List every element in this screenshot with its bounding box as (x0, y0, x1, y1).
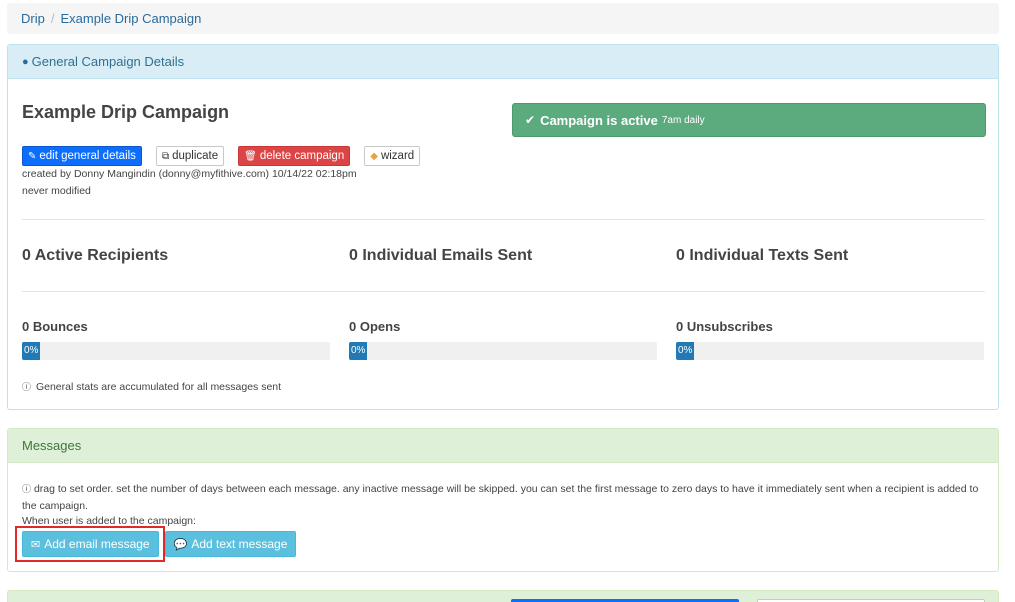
bounces-progress: 0% (22, 342, 330, 360)
general-details-heading-text: General Campaign Details (31, 54, 185, 69)
add-text-message-button[interactable]: 💬 Add text message (164, 531, 297, 557)
general-details-heading: ● General Campaign Details (8, 45, 998, 79)
check-icon: ✔ (525, 113, 536, 127)
wizard-button[interactable]: ◆ wizard (364, 146, 421, 166)
edit-general-details-button[interactable]: ✎ edit general details (22, 146, 142, 166)
campaign-actions: ✎ edit general details ⧉ duplicate 🗑 del… (22, 146, 421, 166)
wizard-label: wizard (380, 150, 415, 162)
messages-heading: Messages (8, 429, 998, 463)
messages-note-text: drag to set order. set the number of day… (22, 483, 979, 512)
created-by-text: created by Donny Mangindin (donny@myfith… (22, 168, 357, 180)
stat-texts-sent: 0 Individual Texts Sent (676, 247, 849, 264)
stat-emails-sent: 0 Individual Emails Sent (349, 247, 533, 264)
delete-campaign-button[interactable]: 🗑 delete campaign (238, 146, 351, 166)
general-details-panel: ● General Campaign Details Example Drip … (7, 44, 999, 410)
modified-text: never modified (22, 185, 91, 197)
stat-active-recipients: 0 Active Recipients (22, 247, 169, 264)
campaign-title: Example Drip Campaign (22, 102, 230, 122)
campaign-schedule: 7am daily (661, 114, 705, 126)
trash-icon: 🗑 (244, 150, 257, 162)
opens-progress: 0% (349, 342, 657, 360)
campaign-status-badge: ✔ Campaign is active 7am daily (512, 103, 986, 137)
wizard-icon: ◆ (370, 150, 378, 162)
breadcrumb-drip-link[interactable]: Drip (21, 11, 45, 26)
stat-unsubscribes: 0 Unsubscribes (676, 319, 773, 334)
info-icon: ⓘ (22, 484, 32, 494)
messages-note: ⓘ drag to set order. set the number of d… (22, 481, 988, 515)
stat-bounces: 0 Bounces (22, 319, 88, 334)
breadcrumb-separator: / (50, 11, 55, 26)
bounces-progress-label: 0% (22, 342, 41, 360)
edit-general-details-label: edit general details (39, 150, 136, 162)
divider (22, 219, 985, 220)
breadcrumb-current: Example Drip Campaign (60, 11, 202, 26)
droplet-icon: ● (22, 55, 29, 68)
copy-icon: ⧉ (161, 150, 170, 162)
breadcrumb: Drip / Example Drip Campaign (7, 3, 999, 34)
stats-note-text: General stats are accumulated for all me… (35, 381, 282, 393)
opens-progress-label: 0% (349, 342, 368, 360)
highlight-box (15, 526, 165, 562)
edit-icon: ✎ (28, 150, 37, 162)
info-icon: ⓘ (22, 382, 32, 392)
duplicate-label: duplicate (172, 150, 219, 162)
delete-campaign-label: delete campaign (259, 150, 345, 162)
stat-opens: 0 Opens (349, 319, 401, 334)
add-text-message-label: Add text message (191, 537, 288, 551)
chat-icon: 💬 (173, 538, 188, 551)
stats-note: ⓘ General stats are accumulated for all … (22, 380, 281, 393)
unsubscribes-progress: 0% (676, 342, 984, 360)
divider (22, 291, 985, 292)
campaign-status-label: Campaign is active (540, 112, 658, 128)
duplicate-button[interactable]: ⧉ duplicate (155, 146, 225, 166)
unsubscribes-progress-label: 0% (676, 342, 695, 360)
